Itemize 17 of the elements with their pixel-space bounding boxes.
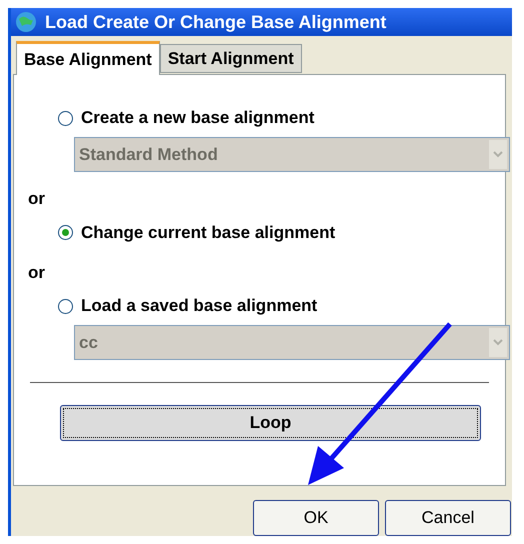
dialog-button[interactable]: OK xyxy=(253,500,379,536)
dialog-button[interactable]: Cancel xyxy=(385,500,511,536)
dropdown-value: cc xyxy=(79,332,98,354)
tab[interactable]: Base Alignment xyxy=(16,41,160,75)
or-label: or xyxy=(28,262,45,284)
radio-label: Change current base alignment xyxy=(81,222,336,244)
globe-icon xyxy=(15,11,37,33)
or-label: or xyxy=(28,188,45,210)
radio-label: Load a saved base alignment xyxy=(81,295,318,318)
radio-button[interactable] xyxy=(58,225,73,240)
loop-button[interactable]: Loop xyxy=(60,405,481,441)
radio-button[interactable] xyxy=(58,110,73,126)
radio-button[interactable] xyxy=(58,298,73,314)
dropdown-value: Standard Method xyxy=(79,144,218,166)
window-title: Load Create Or Change Base Alignment xyxy=(45,10,386,34)
radio-label: Create a new base alignment xyxy=(81,107,314,130)
tab[interactable]: Start Alignment xyxy=(160,44,302,73)
